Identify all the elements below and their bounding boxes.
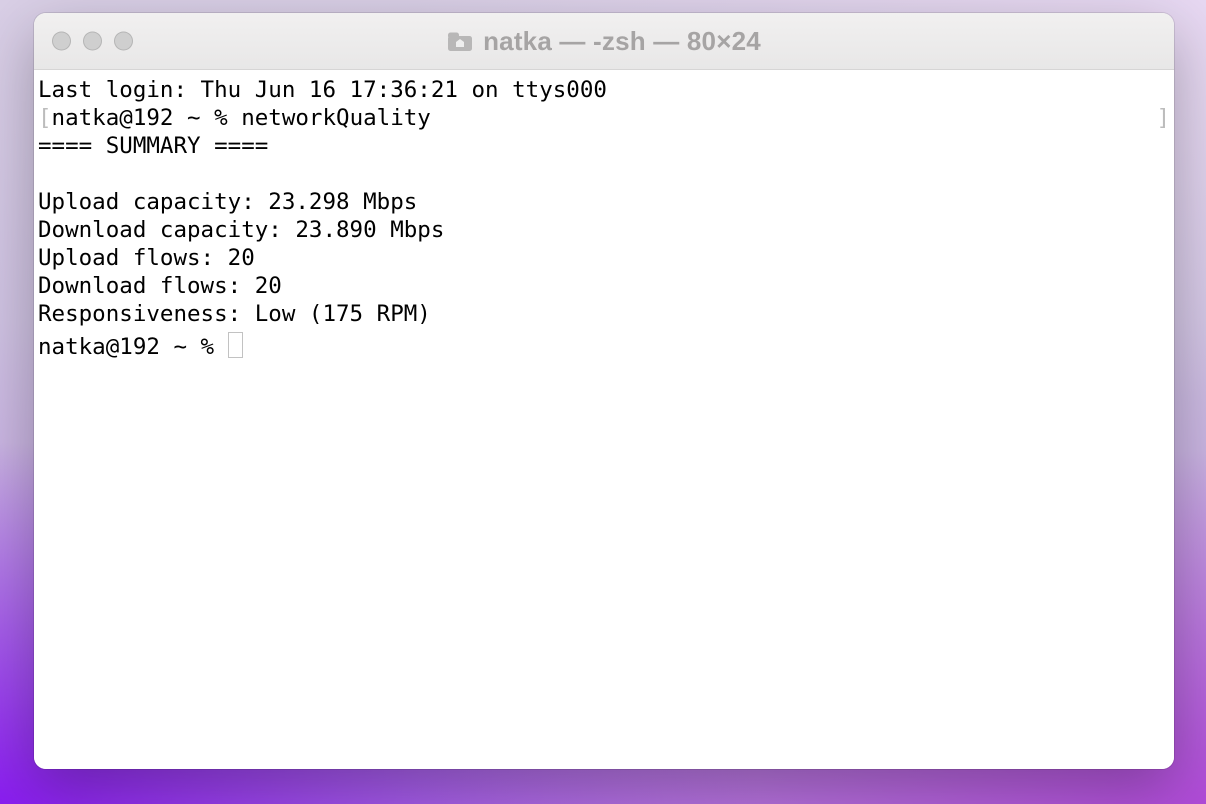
upload-flows-line: Upload flows: 20 xyxy=(38,245,255,271)
prompt-open-bracket: [ xyxy=(38,105,52,131)
terminal-cursor xyxy=(228,332,243,358)
shell-prompt: natka@192 ~ % xyxy=(38,334,228,360)
window-title: natka — -zsh — 80×24 xyxy=(447,26,761,57)
terminal-window: natka — -zsh — 80×24 Last login: Thu Jun… xyxy=(34,13,1174,769)
upload-capacity-line: Upload capacity: 23.298 Mbps xyxy=(38,189,417,215)
traffic-lights xyxy=(52,32,133,51)
close-button[interactable] xyxy=(52,32,71,51)
window-title-text: natka — -zsh — 80×24 xyxy=(483,26,761,57)
summary-header: ==== SUMMARY ==== xyxy=(38,133,268,159)
download-capacity-line: Download capacity: 23.890 Mbps xyxy=(38,217,444,243)
responsiveness-line: Responsiveness: Low (175 RPM) xyxy=(38,301,431,327)
prompt-close-bracket: ] xyxy=(1156,104,1170,132)
minimize-button[interactable] xyxy=(83,32,102,51)
download-flows-line: Download flows: 20 xyxy=(38,273,282,299)
last-login-line: Last login: Thu Jun 16 17:36:21 on ttys0… xyxy=(38,77,607,103)
home-folder-icon xyxy=(447,30,473,52)
window-titlebar[interactable]: natka — -zsh — 80×24 xyxy=(34,13,1174,70)
terminal-output[interactable]: Last login: Thu Jun 16 17:36:21 on ttys0… xyxy=(34,70,1174,769)
zoom-button[interactable] xyxy=(114,32,133,51)
shell-prompt: natka@192 ~ % xyxy=(52,105,242,131)
command-text: networkQuality xyxy=(241,105,431,131)
